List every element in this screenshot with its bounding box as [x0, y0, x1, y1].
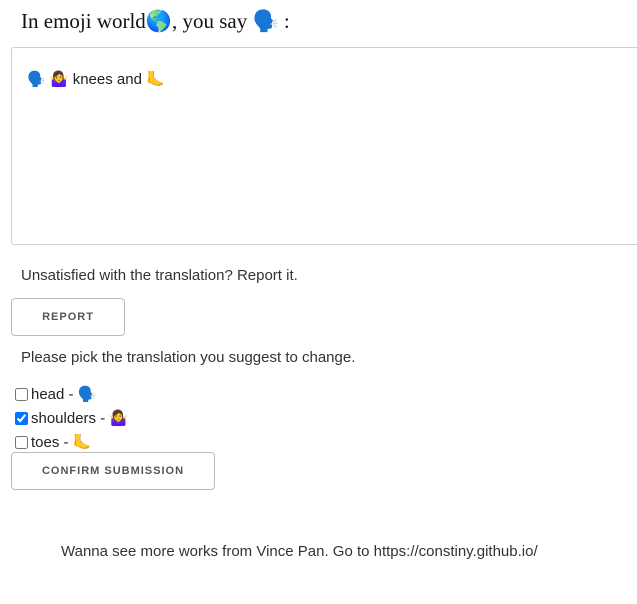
translation-output-box[interactable]: 🗣️ 🤷‍♀️ knees and 🦶 — [11, 47, 637, 245]
option-head-checkbox[interactable] — [15, 387, 28, 401]
pick-prompt: Please pick the translation you suggest … — [21, 349, 356, 366]
page: In emoji world🌎, you say 🗣️ : 🗣️ 🤷‍♀️ kn… — [0, 0, 637, 604]
option-toes-label: toes - 🦶 — [31, 434, 92, 451]
translation-output-text: 🗣️ 🤷‍♀️ knees and 🦶 — [27, 71, 165, 88]
option-shoulders-checkbox[interactable] — [15, 411, 28, 425]
option-head-label: head - 🗣️ — [31, 386, 97, 403]
option-shoulders[interactable]: shoulders - 🤷‍♀️ — [14, 406, 128, 430]
option-toes[interactable]: toes - 🦶 — [14, 430, 128, 454]
report-prompt: Unsatisfied with the translation? Report… — [21, 267, 298, 284]
footer-text: Wanna see more works from Vince Pan. Go … — [61, 543, 538, 560]
report-button[interactable]: REPORT — [11, 298, 125, 336]
option-head[interactable]: head - 🗣️ — [14, 382, 128, 406]
translation-options: head - 🗣️ shoulders - 🤷‍♀️ toes - 🦶 — [14, 382, 128, 454]
option-shoulders-label: shoulders - 🤷‍♀️ — [31, 410, 129, 427]
page-heading: In emoji world🌎, you say 🗣️ : — [21, 9, 290, 33]
confirm-submission-button[interactable]: CONFIRM SUBMISSION — [11, 452, 215, 490]
option-toes-checkbox[interactable] — [15, 435, 28, 449]
